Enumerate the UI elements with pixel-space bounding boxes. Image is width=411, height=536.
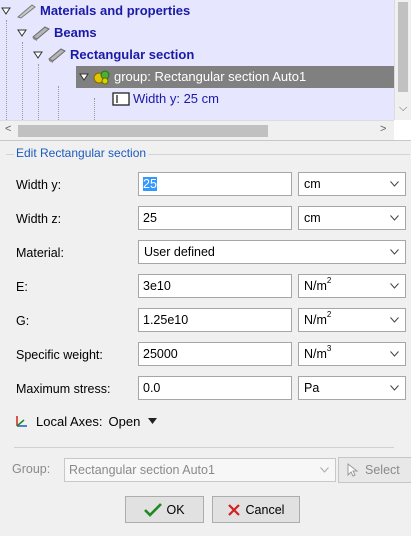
chevron-down-icon — [390, 351, 399, 357]
tree-view[interactable]: Materials and properties Beams Rectangul… — [0, 0, 394, 120]
tree-item-group-selected[interactable]: group: Rectangular section Auto1 — [76, 66, 394, 88]
width-z-input[interactable]: 25 — [138, 206, 292, 230]
chevron-down-icon — [390, 385, 399, 391]
scroll-left-icon[interactable]: < — [5, 123, 11, 135]
chevron-down-icon — [320, 467, 329, 473]
e-input[interactable]: 3e10 — [138, 274, 292, 298]
unit-value: cm — [304, 177, 321, 191]
width-y-label: Width y: — [16, 178, 62, 192]
tree-connector — [94, 98, 95, 120]
scroll-thumb[interactable] — [18, 125, 268, 137]
local-axes-label: Local Axes: — [36, 413, 103, 429]
cancel-label: Cancel — [245, 502, 285, 517]
expand-arrow-icon[interactable] — [0, 5, 12, 17]
tree-connector — [38, 64, 39, 120]
scroll-down-icon[interactable]: ⌵ — [399, 102, 407, 115]
unit-value: N/m2 — [304, 276, 332, 293]
property-icon — [112, 92, 130, 106]
chevron-down-icon — [390, 249, 399, 255]
expand-arrow-icon[interactable] — [16, 27, 28, 39]
cancel-button[interactable]: Cancel — [212, 496, 300, 523]
chevron-down-icon — [390, 283, 399, 289]
maximum-stress-input[interactable]: 0.0 — [138, 376, 292, 400]
cursor-icon — [347, 462, 359, 477]
dropdown-arrow-icon — [148, 418, 158, 424]
tree-item-label: Width y: 25 cm — [133, 91, 219, 106]
material-icon — [17, 4, 36, 19]
expand-arrow-icon[interactable] — [78, 71, 90, 83]
axes-icon — [16, 416, 27, 427]
tree-vertical-scrollbar[interactable]: ⌵ — [394, 0, 411, 120]
chevron-down-icon — [390, 215, 399, 221]
unit-value: Pa — [304, 381, 320, 395]
unit-value: N/m2 — [304, 310, 332, 327]
group-value: Rectangular section Auto1 — [69, 463, 215, 477]
expand-arrow-icon[interactable] — [32, 49, 44, 61]
material-value: User defined — [144, 245, 215, 259]
tree-connector — [58, 86, 59, 120]
edit-group-title: Edit Rectangular section — [14, 146, 149, 160]
specific-weight-input[interactable]: 25000 — [138, 342, 292, 366]
beam-icon — [32, 26, 50, 41]
unit-value: N/m3 — [304, 344, 332, 361]
group-label: Group: — [12, 462, 51, 476]
local-axes-value: Open — [108, 413, 141, 429]
unit-value: cm — [304, 211, 321, 225]
material-label: Material: — [16, 246, 64, 260]
group-select[interactable]: Rectangular section Auto1 — [64, 458, 336, 482]
ok-label: OK — [166, 502, 185, 517]
g-input[interactable]: 1.25e10 — [138, 308, 292, 332]
tree-item-label: group: Rectangular section Auto1 — [114, 69, 307, 84]
scroll-thumb[interactable] — [398, 2, 408, 92]
divider — [14, 447, 394, 448]
tree-item-materials[interactable]: Materials and properties — [0, 0, 190, 22]
section-icon — [48, 48, 66, 63]
tree-item-rectangular-section[interactable]: Rectangular section — [32, 44, 194, 66]
tree-item-beams[interactable]: Beams — [16, 22, 97, 44]
width-z-label: Width z: — [16, 212, 62, 226]
g-unit-select[interactable]: N/m2 — [298, 308, 406, 332]
tree-connector — [6, 20, 7, 120]
material-select[interactable]: User defined — [138, 240, 406, 264]
width-y-unit-select[interactable]: cm — [298, 172, 406, 196]
width-z-unit-select[interactable]: cm — [298, 206, 406, 230]
width-y-input[interactable]: 25 — [138, 172, 292, 196]
g-label: G: — [16, 314, 30, 328]
select-label: Select — [365, 463, 400, 477]
specific-weight-label: Specific weight: — [16, 348, 103, 362]
maximum-stress-unit-select[interactable]: Pa — [298, 376, 406, 400]
close-icon — [227, 503, 240, 516]
tree-horizontal-scrollbar[interactable]: < > — [0, 120, 394, 140]
group-icon — [93, 70, 110, 85]
tree-item-label: Rectangular section — [70, 47, 195, 62]
tree-item-width-y[interactable]: Width y: 25 cm — [112, 88, 219, 110]
ok-button[interactable]: OK — [125, 496, 204, 523]
e-label: E: — [16, 280, 28, 294]
tree-panel: Materials and properties Beams Rectangul… — [0, 0, 411, 141]
tree-item-label: Materials and properties — [40, 3, 191, 18]
specific-weight-unit-select[interactable]: N/m3 — [298, 342, 406, 366]
chevron-down-icon — [390, 181, 399, 187]
scroll-right-icon[interactable]: > — [380, 123, 386, 135]
local-axes-toggle[interactable]: Local Axes: Open — [14, 411, 158, 431]
check-icon — [144, 502, 163, 517]
tree-item-label: Beams — [54, 25, 97, 40]
maximum-stress-label: Maximum stress: — [16, 382, 111, 396]
tree-connector — [22, 42, 23, 120]
select-button[interactable]: Select — [338, 457, 411, 483]
e-unit-select[interactable]: N/m2 — [298, 274, 406, 298]
chevron-down-icon — [390, 317, 399, 323]
